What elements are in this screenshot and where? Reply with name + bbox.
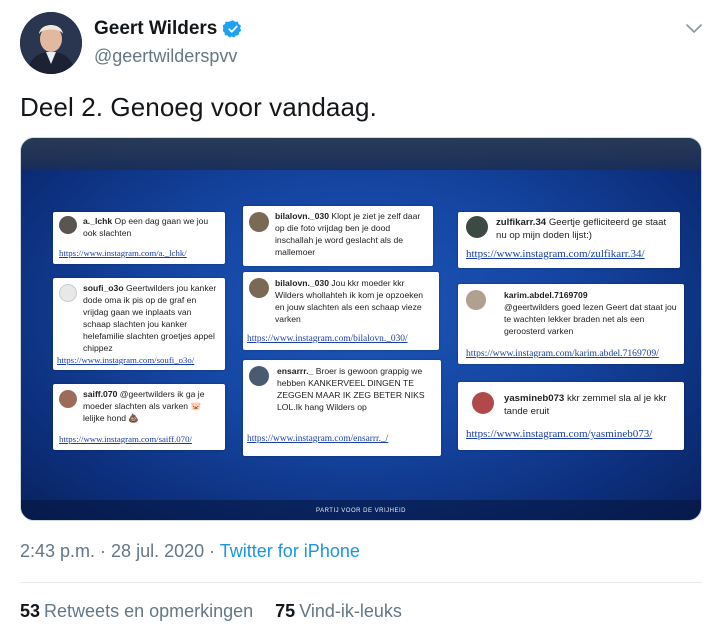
commenter-avatar <box>249 212 269 232</box>
comment-card: ensarrr._ Broer is gewoon grappig we heb… <box>243 360 441 456</box>
commenter-avatar <box>249 278 269 298</box>
commenter-avatar <box>466 290 486 310</box>
commenter-avatar <box>59 284 77 302</box>
verified-badge-icon <box>223 20 242 38</box>
likes-stat[interactable]: 75 Vind-ik-leuks <box>275 601 402 622</box>
comment-card: soufi_o3o Geertwilders jou kanker dode o… <box>53 278 225 370</box>
tweet-stats: 53 Retweets en opmerkingen 75 Vind-ik-leuk… <box>20 601 402 622</box>
tweet-source-link[interactable]: Twitter for iPhone <box>220 541 360 561</box>
comment-card: bilalovn._030 Jou kkr moeder kkr Wilders… <box>243 272 439 350</box>
comment-card: karim.abdel.7169709 @geertwilders goed le… <box>458 284 684 364</box>
comment-card: zulfikarr.34 Geertje gefliciteerd ge sta… <box>458 212 680 268</box>
commenter-username: yasmineb073 <box>504 393 565 404</box>
retweets-label: Retweets en opmerkingen <box>44 601 254 621</box>
comment-card: yasmineb073 kkr zemmel sla al je kkr tan… <box>458 382 684 450</box>
retweets-stat[interactable]: 53 Retweets en opmerkingen <box>20 601 253 622</box>
tweet-media-image[interactable]: a._lchk Op een dag gaan we jou ook slach… <box>20 137 702 521</box>
retweets-count: 53 <box>20 601 41 621</box>
author-name-row: Geert Wilders <box>94 18 243 40</box>
tweet-time[interactable]: 2:43 p.m. <box>20 541 95 561</box>
commenter-username: a._lchk <box>83 216 113 226</box>
commenter-username: ensarrr._ <box>277 366 314 376</box>
instagram-link[interactable]: https://www.instagram.com/ensarrr._/ <box>247 434 388 444</box>
author-handle[interactable]: @geertwilderspvv <box>94 46 237 67</box>
instagram-link[interactable]: https://www.instagram.com/bilalovn._030/ <box>247 334 408 344</box>
comment-card: a._lchk Op een dag gaan we jou ook slach… <box>53 212 225 264</box>
chevron-down-icon[interactable] <box>684 18 704 38</box>
instagram-link[interactable]: https://www.instagram.com/saiff.070/ <box>59 434 192 444</box>
instagram-link[interactable]: https://www.instagram.com/zulfikarr.34/ <box>466 248 645 260</box>
comment-card: saiff.070 @geertwilders ik ga je moeder … <box>53 384 225 450</box>
instagram-link[interactable]: https://www.instagram.com/soufi_o3o/ <box>57 355 194 365</box>
media-top-band <box>21 138 701 170</box>
commenter-username: zulfikarr.34 <box>496 217 547 228</box>
commenter-avatar <box>59 390 77 408</box>
commenter-avatar <box>472 392 494 414</box>
divider <box>20 582 702 583</box>
commenter-avatar <box>59 216 77 234</box>
meta-separator: · <box>95 541 112 561</box>
comment-text: Geertwilders jou kanker dode oma ik pis … <box>83 283 217 353</box>
avatar-photo <box>20 12 82 74</box>
author-display-name[interactable]: Geert Wilders <box>94 18 217 40</box>
commenter-username: bilalovn._030 <box>275 278 329 288</box>
tweet-text: Deel 2. Genoeg voor vandaag. <box>20 92 377 122</box>
likes-count: 75 <box>275 601 296 621</box>
meta-separator: · <box>204 541 220 561</box>
instagram-link[interactable]: https://www.instagram.com/yasmineb073/ <box>466 428 652 440</box>
commenter-avatar <box>466 216 488 238</box>
commenter-username: bilalovn._030 <box>275 211 329 221</box>
tweet-date[interactable]: 28 jul. 2020 <box>111 541 204 561</box>
author-avatar[interactable] <box>20 12 82 74</box>
instagram-link[interactable]: https://www.instagram.com/a._lchk/ <box>59 248 187 258</box>
comment-card: bilalovn._030 Klopt je ziet je zelf daar… <box>243 206 433 266</box>
commenter-username: soufi_o3o <box>83 283 124 293</box>
commenter-avatar <box>249 366 269 386</box>
comment-text: @geertwilders goed lezen Geert dat staat… <box>504 302 677 336</box>
party-footer-text: PARTIJ VOOR DE VRIJHEID <box>316 508 406 514</box>
likes-label: Vind-ik-leuks <box>299 601 402 621</box>
commenter-username: karim.abdel.7169709 <box>504 290 588 300</box>
commenter-username: saiff.070 <box>83 389 118 399</box>
tweet-timestamp-row: 2:43 p.m. · 28 jul. 2020 · Twitter for i… <box>20 541 360 562</box>
instagram-link[interactable]: https://www.instagram.com/karim.abdel.71… <box>466 348 659 359</box>
